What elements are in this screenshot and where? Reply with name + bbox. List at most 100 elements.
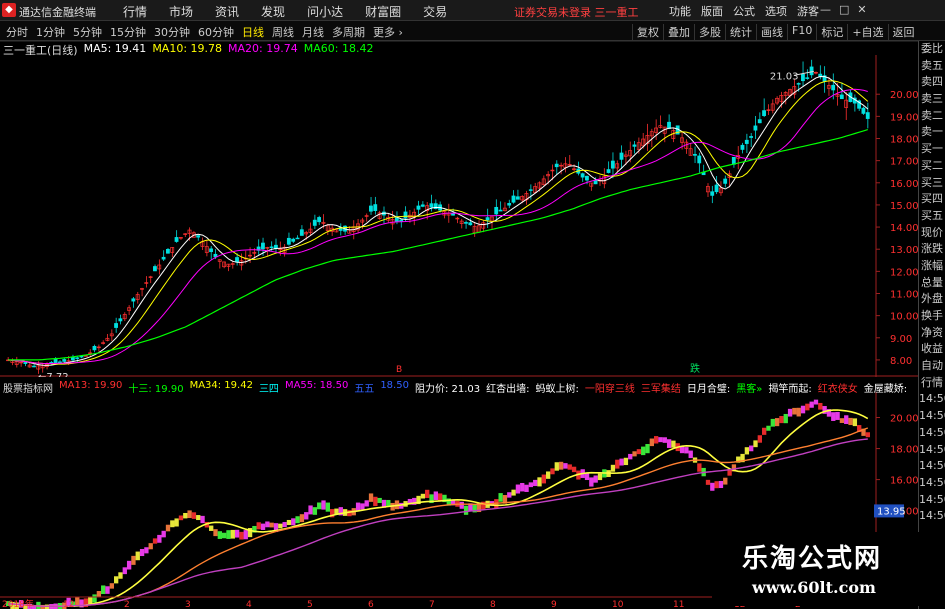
indicator-bar [848,417,853,426]
right-panel-item[interactable]: 卖二 [919,108,945,125]
draw-line-button[interactable]: 画线 [756,24,787,40]
time-axis-label: 9 [551,600,557,609]
indicator-bar [658,437,663,443]
right-panel-item[interactable]: 14:50 [919,425,945,442]
indicator-bar [295,516,300,524]
right-panel-item[interactable]: 涨跌 [919,241,945,258]
period-1min[interactable]: 1分钟 [32,24,69,40]
indicator-bar [632,451,637,457]
right-panel-item[interactable]: 换手 [919,308,945,325]
right-panel-item[interactable]: 收益 [919,341,945,358]
indicator-bar [697,463,702,472]
right-panel-item[interactable]: 买三 [919,175,945,192]
indicator-bar [230,529,235,539]
minimize-icon[interactable]: — [820,3,831,16]
adjust-button[interactable]: 复权 [632,24,663,40]
options-button[interactable]: 选项 [760,3,792,19]
right-panel-item[interactable]: 14:50 [919,492,945,509]
period-weekly[interactable]: 周线 [268,24,298,40]
right-panel-item[interactable]: 买四 [919,191,945,208]
indicator-bar [714,481,719,489]
indicator-bar [187,510,192,519]
right-panel-item[interactable]: 总量 [919,275,945,292]
period-tick[interactable]: 分时 [2,24,32,40]
period-more[interactable]: 更多 › [369,24,407,40]
menu-discover[interactable]: 发现 [250,3,296,20]
right-panel-item[interactable]: 卖三 [919,91,945,108]
candle-body [273,244,278,249]
right-panel-item[interactable]: 14:50 [919,408,945,425]
stock-name[interactable]: 三一重工(日线) [0,42,78,57]
menu-market[interactable]: 市场 [158,3,204,20]
right-panel-item[interactable]: 卖四 [919,74,945,91]
indicator-bar [865,432,870,438]
menu-news[interactable]: 资讯 [204,3,250,20]
right-panel-item[interactable]: 14:50 [919,508,945,525]
right-panel-item[interactable]: 14:50 [919,391,945,408]
right-panel-item[interactable]: 买五 [919,208,945,225]
right-panel-item[interactable]: 买二 [919,158,945,175]
indicator-bar [325,502,330,512]
candle-body [394,217,399,222]
indicator-bar [589,477,594,487]
formula-button[interactable]: 公式 [728,3,760,19]
add-watchlist-button[interactable]: +自选 [847,24,887,40]
f10-button[interactable]: F10 [787,24,816,40]
multi-stock-button[interactable]: 多股 [694,24,725,40]
overlay-button[interactable]: 叠加 [663,24,694,40]
right-panel-item[interactable]: 净资 [919,325,945,342]
menu-wealth[interactable]: 财富圈 [354,3,412,20]
indicator-bar [317,502,322,510]
ma10-line [8,80,869,365]
back-button[interactable]: 返回 [887,24,919,40]
indicator-bar [705,479,711,485]
menu-trade[interactable]: 交易 [412,3,458,20]
layout-button[interactable]: 版面 [696,3,728,19]
candle-body [161,256,166,260]
right-panel-item[interactable]: 委比 [919,41,945,58]
right-panel-item[interactable]: 14:50 [919,458,945,475]
right-panel-item[interactable]: 自动 [919,358,945,375]
right-panel-item[interactable]: 卖一 [919,124,945,141]
statistics-button[interactable]: 统计 [725,24,756,40]
indicator-legend: 股票指标网 MA13: 19.90 十三: 19.90 MA34: 19.42 … [0,380,918,394]
right-panel-item[interactable]: 行情 [919,375,945,392]
right-panel-item[interactable]: 买一 [919,141,945,158]
main-price-chart[interactable]: 20.00 19.00 18.00 17.00 16.00 15.00 14.00 13.00… [0,41,918,377]
maximize-icon[interactable]: □ [839,3,849,16]
indicator-bar [459,501,464,509]
menu-quotes[interactable]: 行情 [112,3,158,20]
indicator-bar [144,547,149,554]
right-panel-item[interactable]: 14:50 [919,442,945,459]
period-multi[interactable]: 多周期 [328,24,369,40]
app-logo-icon: ◆ [2,3,16,17]
period-daily[interactable]: 日线 [238,24,268,40]
period-monthly[interactable]: 月线 [298,24,328,40]
menu-ask[interactable]: 问小达 [296,3,354,20]
mark-button[interactable]: 标记 [816,24,847,40]
indicator-name[interactable]: 股票指标网 [0,380,53,394]
candle-body [429,203,434,208]
functions-button[interactable]: 功能 [664,3,696,19]
period-5min[interactable]: 5分钟 [69,24,106,40]
right-panel-item[interactable]: 现价 [919,225,945,242]
close-icon[interactable]: ✕ [857,3,866,16]
watermark-url: www.60lt.com [752,578,876,597]
indicator-bar [688,450,693,459]
right-panel-item[interactable]: 外盘 [919,291,945,308]
indicator-bar [610,464,616,472]
right-panel-item[interactable]: 14:50 [919,475,945,492]
ma5-label: MA5: 19.41 [83,42,147,55]
right-panel-item[interactable]: 卖五 [919,58,945,75]
period-30min[interactable]: 30分钟 [150,24,194,40]
right-panel-item[interactable]: 涨幅 [919,258,945,275]
period-15min[interactable]: 15分钟 [106,24,150,40]
watermark: 乐淘公式网 www.60lt.com [712,532,922,606]
indicator-bar [641,446,646,456]
indicator-bar [96,591,102,597]
candle-body [468,222,473,226]
candle-body [619,152,624,160]
period-60min[interactable]: 60分钟 [194,24,238,40]
signal-3: 一阳穿三线 [584,384,635,394]
indicator-bar [312,507,318,515]
